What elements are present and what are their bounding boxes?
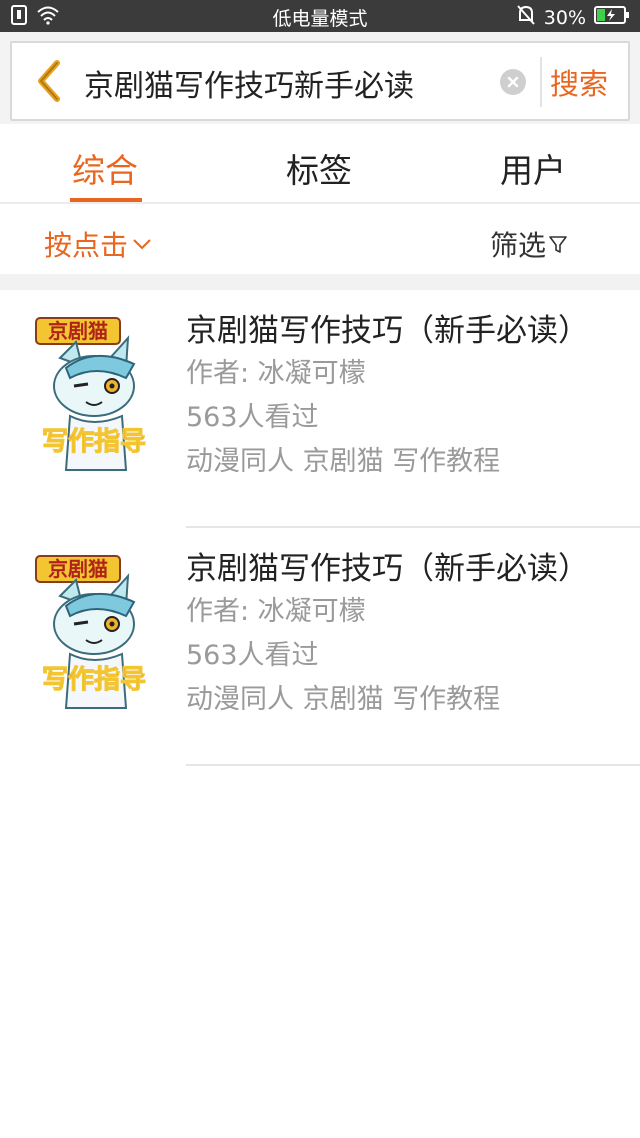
filter-row: 按点击 筛选	[0, 206, 640, 274]
tab-tags[interactable]: 标签	[286, 144, 352, 192]
funnel-icon	[549, 236, 567, 253]
result-title[interactable]: 京剧猫写作技巧（新手必读）	[186, 310, 640, 352]
result-tags: 动漫同人 京剧猫 写作教程	[186, 446, 501, 477]
result-tabs: 综合 标签 用户	[0, 124, 640, 204]
filter-label: 筛选	[490, 229, 547, 262]
result-author: 作者: 冰凝可檬	[186, 596, 366, 627]
cover-subtitle-text: 写作指导	[42, 665, 146, 695]
book-cover[interactable]: 京剧猫 写作指导	[30, 312, 158, 482]
filter-button[interactable]: 筛选	[490, 224, 568, 264]
book-cover[interactable]: 京剧猫 写作指导	[30, 550, 158, 720]
search-input[interactable]: 京剧猫写作技巧新手必读	[84, 61, 414, 105]
list-item[interactable]: 京剧猫 写作指导 京剧猫写作技巧（新手必读） 作者: 冰凝可檬 563人看过 动…	[0, 290, 640, 528]
status-bar: 低电量模式 30%	[0, 0, 640, 32]
result-title[interactable]: 京剧猫写作技巧（新手必读）	[186, 548, 640, 590]
cover-title-text: 京剧猫	[48, 557, 108, 581]
battery-icon	[594, 5, 630, 30]
result-views: 563人看过	[186, 402, 319, 433]
search-divider	[540, 57, 542, 107]
mute-bell-icon	[516, 4, 536, 31]
chevron-left-icon	[38, 60, 60, 102]
cover-title-text: 京剧猫	[48, 319, 108, 343]
search-header: 京剧猫写作技巧新手必读 搜索	[0, 32, 640, 124]
result-views: 563人看过	[186, 640, 319, 671]
result-tags: 动漫同人 京剧猫 写作教程	[186, 684, 501, 715]
tab-users[interactable]: 用户	[500, 144, 566, 192]
search-button[interactable]: 搜索	[550, 61, 608, 103]
back-button[interactable]	[28, 57, 68, 105]
cover-subtitle-text: 写作指导	[42, 427, 146, 457]
result-info: 京剧猫写作技巧（新手必读） 作者: 冰凝可檬 563人看过 动漫同人 京剧猫 写…	[186, 310, 640, 484]
result-author: 作者: 冰凝可檬	[186, 358, 366, 389]
battery-percent: 30%	[543, 6, 586, 29]
search-box: 京剧猫写作技巧新手必读 搜索	[10, 41, 630, 121]
list-item[interactable]: 京剧猫 写作指导 京剧猫写作技巧（新手必读） 作者: 冰凝可檬 563人看过 动…	[0, 528, 640, 766]
chevron-down-icon	[133, 239, 151, 250]
status-right: 30%	[516, 4, 630, 31]
sort-dropdown[interactable]: 按点击	[44, 224, 152, 264]
sort-label: 按点击	[44, 229, 129, 262]
row-divider	[186, 764, 640, 766]
result-info: 京剧猫写作技巧（新手必读） 作者: 冰凝可檬 563人看过 动漫同人 京剧猫 写…	[186, 548, 640, 722]
section-gap	[0, 274, 640, 290]
tab-comprehensive[interactable]: 综合	[72, 144, 138, 192]
clear-search-button[interactable]	[500, 69, 526, 95]
active-tab-indicator	[70, 198, 142, 202]
clear-icon	[507, 76, 519, 88]
